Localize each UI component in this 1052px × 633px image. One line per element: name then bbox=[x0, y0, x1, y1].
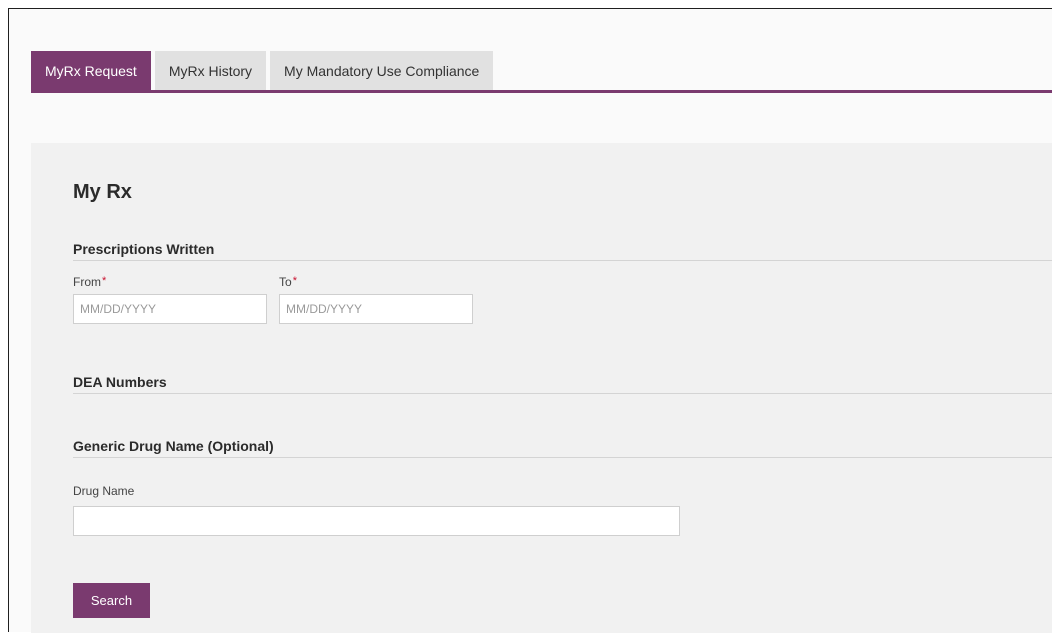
tab-underline bbox=[31, 90, 1052, 93]
drug-name-input[interactable] bbox=[73, 506, 680, 536]
section-divider bbox=[73, 393, 1052, 394]
tab-myrx-history[interactable]: MyRx History bbox=[154, 51, 267, 91]
generic-drug-name-heading: Generic Drug Name (Optional) bbox=[73, 438, 274, 454]
required-marker: * bbox=[102, 275, 107, 287]
myrx-form-panel: My Rx Prescriptions Written From* To* DE… bbox=[31, 143, 1052, 633]
tab-mandatory-use-compliance[interactable]: My Mandatory Use Compliance bbox=[270, 51, 494, 91]
tab-myrx-request[interactable]: MyRx Request bbox=[31, 51, 151, 91]
to-label: To* bbox=[279, 275, 297, 289]
search-button[interactable]: Search bbox=[73, 583, 150, 618]
dea-numbers-heading: DEA Numbers bbox=[73, 374, 167, 390]
from-date-input[interactable] bbox=[73, 294, 267, 324]
section-divider bbox=[73, 457, 1052, 458]
section-divider bbox=[73, 260, 1052, 261]
page-frame: MyRx Request MyRx History My Mandatory U… bbox=[8, 8, 1052, 633]
drug-name-label: Drug Name bbox=[73, 484, 135, 498]
prescriptions-written-heading: Prescriptions Written bbox=[73, 241, 215, 257]
to-date-input[interactable] bbox=[279, 294, 473, 324]
page-title: My Rx bbox=[73, 181, 132, 203]
from-label: From* bbox=[73, 275, 107, 289]
required-marker: * bbox=[292, 275, 297, 287]
